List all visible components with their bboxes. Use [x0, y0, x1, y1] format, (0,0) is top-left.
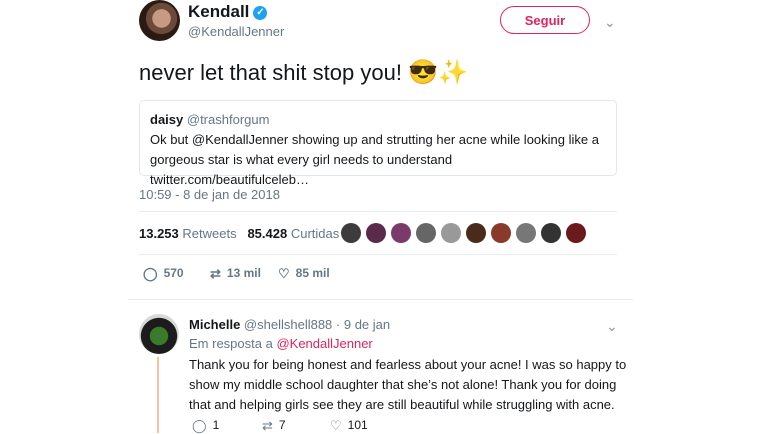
- heart-icon: ♡: [330, 418, 342, 433]
- liker-avatar[interactable]: [341, 223, 361, 243]
- reply-avatar[interactable]: [139, 314, 179, 354]
- retweet-action[interactable]: ⇄ 13 mil: [210, 266, 261, 282]
- reply-reply-action[interactable]: ◯ 1: [192, 418, 219, 434]
- reply-icon: ◯: [143, 266, 158, 281]
- heart-icon: ♡: [278, 266, 290, 281]
- liker-avatar[interactable]: [416, 223, 436, 243]
- reply-retweet-action[interactable]: ⇄ 7: [262, 418, 286, 434]
- like-action[interactable]: ♡ 85 mil: [278, 266, 330, 282]
- timestamp[interactable]: 10:59 - 8 de jan de 2018: [139, 187, 280, 202]
- follow-button[interactable]: Seguir: [500, 6, 590, 34]
- reply-icon: ◯: [192, 418, 207, 433]
- liker-avatar[interactable]: [566, 223, 586, 243]
- retweet-icon: ⇄: [262, 418, 273, 433]
- tweet-emoji: 😎✨: [408, 59, 468, 86]
- quoted-text: Ok but @KendallJenner showing up and str…: [150, 132, 599, 187]
- chevron-down-icon[interactable]: ⌄: [606, 318, 618, 335]
- divider: [139, 211, 617, 212]
- liker-avatar[interactable]: [516, 223, 536, 243]
- liker-avatar[interactable]: [541, 223, 561, 243]
- author-handle[interactable]: @KendallJenner: [188, 24, 284, 39]
- reply-like-action[interactable]: ♡ 101: [330, 418, 368, 434]
- liker-avatar[interactable]: [366, 223, 386, 243]
- reply-action[interactable]: ◯ 570: [143, 266, 184, 282]
- author-avatar[interactable]: [139, 0, 180, 41]
- author-name[interactable]: Kendall ✓: [188, 2, 268, 22]
- liker-avatars[interactable]: [341, 223, 591, 243]
- divider: [139, 254, 617, 255]
- tweet-text: never let that shit stop you! 😎✨: [139, 59, 468, 86]
- chevron-down-icon[interactable]: ⌄: [604, 14, 616, 31]
- reply-author[interactable]: Michelle @shellshell888 · 9 de jan: [189, 317, 390, 332]
- liker-avatar[interactable]: [466, 223, 486, 243]
- divider: [128, 299, 633, 300]
- retweet-icon: ⇄: [210, 266, 221, 281]
- reply-text: Thank you for being honest and fearless …: [189, 357, 627, 412]
- quoted-author: daisy @trashforgum: [150, 112, 270, 127]
- verified-icon: ✓: [253, 6, 268, 20]
- liker-avatar[interactable]: [391, 223, 411, 243]
- liker-avatar[interactable]: [441, 223, 461, 243]
- engagement-stats[interactable]: 13.253 Retweets 85.428 Curtidas: [139, 226, 339, 241]
- in-reply-to: Em resposta a @KendallJenner: [189, 336, 373, 351]
- mention-link[interactable]: @KendallJenner: [276, 336, 372, 351]
- thread-line: [157, 357, 159, 433]
- liker-avatar[interactable]: [491, 223, 511, 243]
